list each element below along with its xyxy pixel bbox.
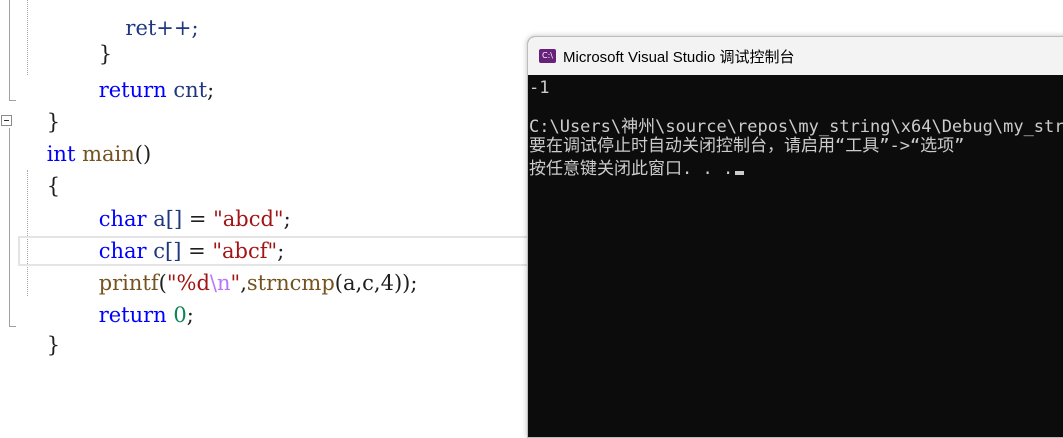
scope-end-marker-top: [9, 100, 16, 101]
console-line-3: 要在调试停止时自动关闭控制台，请启用“工具”->“选项”: [529, 136, 965, 156]
close-paren: );: [402, 271, 418, 295]
code-line-3: }: [20, 74, 60, 134]
console-line-4: 按任意键关闭此窗口. . .: [529, 159, 734, 179]
escape-sequence: \n: [209, 271, 231, 295]
code-line-5: {: [20, 138, 60, 198]
code-line-9: return 0;: [72, 267, 194, 327]
console-output[interactable]: -1 C:\Users\神州\source\repos\my_string\x6…: [529, 75, 1063, 435]
scope-guide-outer-top: [9, 0, 10, 100]
code-line-4: int main(): [20, 106, 151, 166]
console-title: Microsoft Visual Studio 调试控制台: [563, 49, 795, 66]
code-line-6: char a[] = "abcd";: [72, 171, 291, 231]
keyword-return: return: [98, 303, 167, 327]
semicolon: ;: [207, 78, 215, 102]
code-line-8: printf("%d\n",strncmp(a,c,4));: [72, 235, 418, 295]
collapse-toggle-main[interactable]: [1, 115, 12, 126]
parens: (): [134, 142, 152, 166]
debug-console-window[interactable]: C:\ Microsoft Visual Studio 调试控制台 -1 C:\…: [527, 36, 1063, 438]
comma: ,: [240, 271, 247, 295]
call-args: (a,c,4): [334, 271, 403, 295]
code-line-10: }: [20, 297, 60, 357]
scope-end-marker-main: [9, 326, 16, 327]
console-app-icon: C:\: [539, 49, 556, 63]
keyword-return: return: [98, 78, 167, 102]
function-strncmp: strncmp: [246, 271, 335, 295]
text-cursor: [735, 171, 745, 175]
closing-brace: }: [46, 333, 61, 357]
console-line-4-wrap: 按任意键关闭此窗口. . .: [529, 159, 745, 179]
indent-guide-upper: [27, 0, 28, 75]
semicolon: ;: [186, 303, 194, 327]
semicolon: ;: [283, 207, 291, 231]
console-line-0: -1: [529, 78, 550, 98]
code-line-1: }: [72, 6, 112, 66]
code-line-7: char c[] = "abcf";: [72, 203, 285, 263]
scope-guide-main: [9, 128, 10, 326]
number-literal: 0: [173, 303, 187, 327]
code-line-2: return cnt;: [72, 42, 215, 102]
console-line-2: C:\Users\神州\source\repos\my_string\x64\D…: [529, 117, 1063, 137]
function-main: main: [82, 142, 135, 166]
string-close: ": [230, 271, 241, 295]
code-text: ret++;: [98, 16, 199, 40]
opening-brace: {: [46, 174, 61, 198]
console-title-bar[interactable]: C:\ Microsoft Visual Studio 调试控制台: [528, 37, 1063, 75]
identifier-cnt: cnt: [173, 78, 208, 102]
